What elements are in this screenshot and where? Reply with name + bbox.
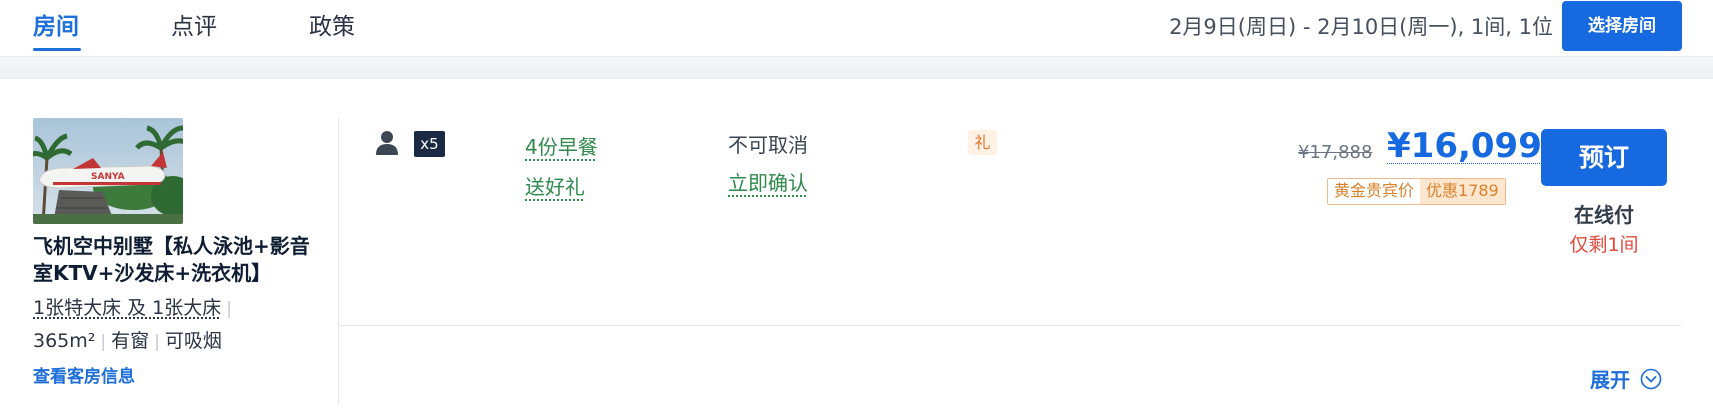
room-attributes: 1张特大床 及 1张大床 | 365m² | 有窗 | 可吸烟 — [33, 292, 313, 358]
expand-button[interactable]: 展开 — [1590, 364, 1662, 393]
stay-summary[interactable]: 2月9日(周日) - 2月10日(周一), 1间, 1位 — [1169, 12, 1553, 42]
instant-confirm-policy[interactable]: 立即确认 — [728, 167, 808, 196]
bed-type-link[interactable]: 1张特大床 及 1张大床 — [33, 297, 221, 319]
column-divider — [338, 118, 339, 404]
cancellation-policy: 不可取消 — [728, 133, 808, 157]
tab-policies[interactable]: 政策 — [309, 10, 355, 44]
room-area: 365m² — [33, 330, 96, 352]
original-price: ¥17,888 — [1298, 142, 1373, 163]
tab-rooms[interactable]: 房间 — [33, 10, 79, 44]
select-room-button[interactable]: 选择房间 — [1562, 1, 1682, 51]
row-divider — [339, 325, 1681, 326]
view-room-info-link[interactable]: 查看客房信息 — [33, 362, 135, 387]
separator: | — [100, 332, 107, 352]
gift-perk[interactable]: 送好礼 — [525, 171, 585, 200]
chevron-down-icon — [1640, 368, 1662, 389]
member-discount-tag[interactable]: 黄金贵宾价 优惠1789 — [1327, 178, 1506, 205]
window-info: 有窗 — [111, 330, 150, 352]
book-button[interactable]: 预订 — [1541, 129, 1667, 186]
gift-badge[interactable]: 礼 — [968, 130, 997, 155]
section-divider-band — [0, 57, 1713, 79]
expand-label: 展开 — [1590, 368, 1630, 392]
top-navigation-bar: 房间 点评 政策 2月9日(周日) - 2月10日(周一), 1间, 1位 选择… — [0, 0, 1713, 57]
separator: | — [226, 299, 232, 319]
room-photo-illustration: SANYA — [33, 118, 183, 224]
room-photo[interactable]: SANYA — [33, 118, 183, 224]
separator: | — [154, 332, 160, 352]
current-price[interactable]: ¥16,099 — [1387, 126, 1542, 166]
rooms-left-notice: 仅剩1间 — [1569, 234, 1639, 256]
svg-text:SANYA: SANYA — [91, 172, 125, 182]
smoking-info: 可吸烟 — [164, 330, 222, 352]
tab-reviews[interactable]: 点评 — [171, 10, 217, 44]
discount-amount: 优惠1789 — [1420, 179, 1505, 204]
payment-method: 在线付 — [1574, 203, 1634, 227]
breakfast-perk[interactable]: 4份早餐 — [525, 131, 598, 160]
guest-count-badge: x5 — [414, 131, 445, 157]
active-tab-indicator — [33, 48, 81, 51]
person-icon — [376, 131, 398, 155]
room-name: 飞机空中别墅【私人泳池+影音室KTV+沙发床+洗衣机】 — [33, 234, 310, 285]
member-price-label: 黄金贵宾价 — [1328, 179, 1421, 204]
